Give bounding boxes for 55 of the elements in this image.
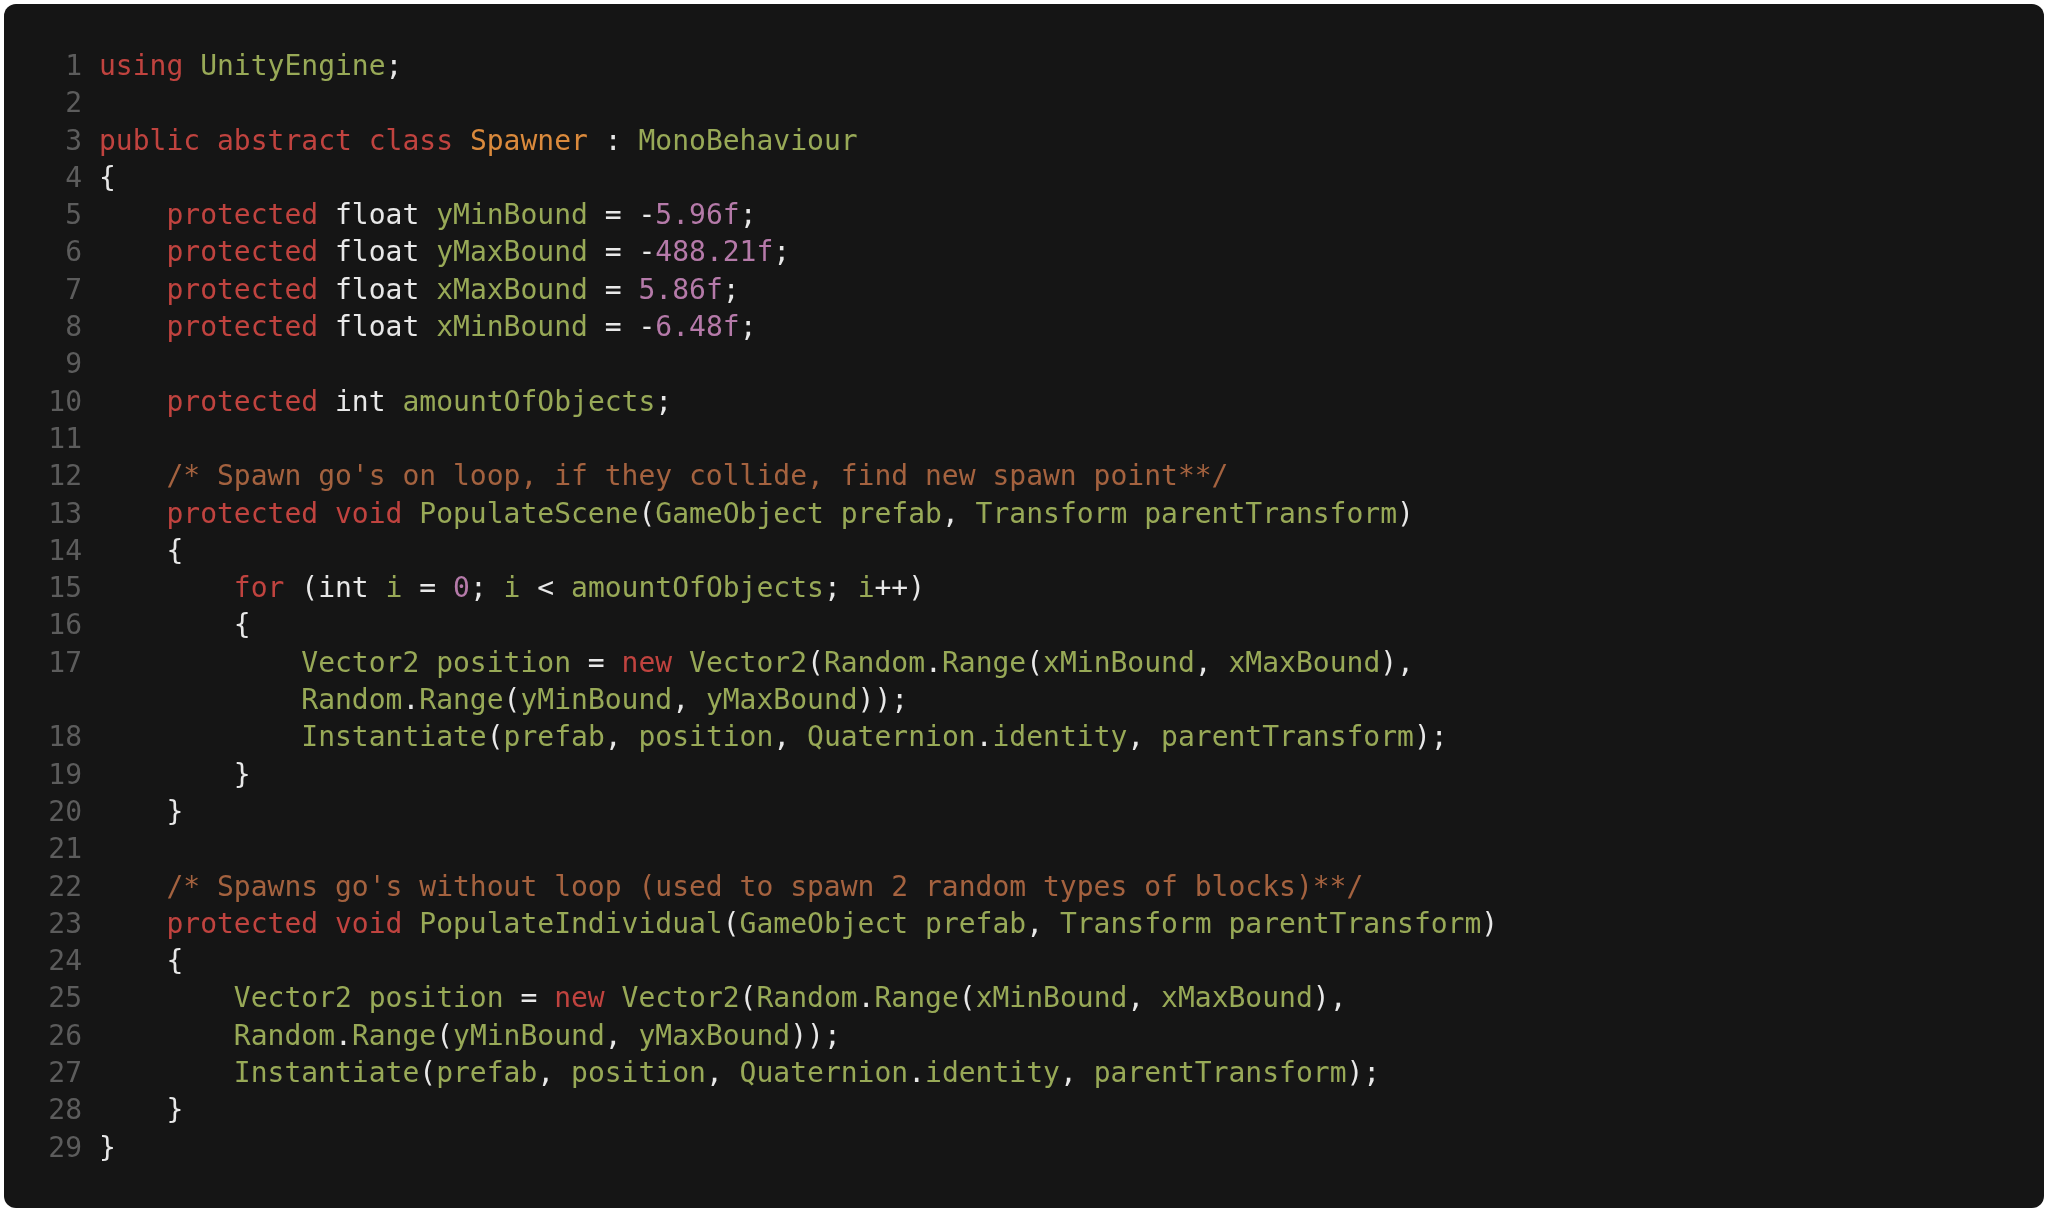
code-line: protected int amountOfObjects; (165, 384, 673, 418)
line-number: 18 (48, 720, 82, 754)
code-line: /* Spawn go's on loop, if they collide, find new spawn point**/ (165, 459, 1229, 493)
code-line: } (232, 757, 251, 791)
line-number: 13 (48, 496, 82, 530)
code-line: protected float xMaxBound = 5.86f; (165, 272, 740, 306)
line-number: 6 (65, 235, 82, 269)
code-line: Vector2 position = new Vector2(Random.Range(xMinBound, xMaxBound), (300, 645, 1414, 679)
line-number: 29 (48, 1130, 82, 1164)
line-number: 24 (48, 944, 82, 978)
code-line: { (165, 944, 184, 978)
code-line: for (int i = 0; i < amountOfObjects; i++) (232, 571, 926, 605)
line-number: 9 (65, 347, 82, 381)
code-line: } (165, 1093, 184, 1127)
code-line: Random.Range(yMinBound, yMaxBound)); (232, 1018, 841, 1052)
code-line: using UnityEngine; (99, 49, 403, 82)
line-number: 28 (48, 1093, 82, 1127)
line-number: 14 (48, 533, 82, 567)
line-number: 22 (48, 869, 82, 903)
code-line: /* Spawns go's without loop (used to spawn 2 random types of blocks)**/ (165, 869, 1364, 903)
line-number: 3 (65, 123, 82, 157)
code-line: protected float yMaxBound = -488.21f; (165, 235, 791, 269)
line-number: 5 (65, 198, 82, 232)
line-number: 10 (48, 384, 82, 418)
code-line: Instantiate(prefab, position, Quaternion.identity, parentTransform); (300, 720, 1448, 754)
line-number: 1 (65, 49, 82, 82)
code-line: protected void PopulateIndividual(GameObject prefab, Transform parentTransform) (165, 906, 1499, 940)
line-number: 11 (48, 421, 82, 455)
line-number: 17 (48, 645, 82, 679)
code-line: { (99, 160, 116, 194)
code-line: { (232, 608, 251, 642)
line-number: 25 (48, 981, 82, 1015)
line-number: 26 (48, 1018, 82, 1052)
code-line: } (165, 794, 184, 828)
code-line: { (165, 533, 184, 567)
line-number: 16 (48, 608, 82, 642)
code-line: protected float xMinBound = -6.48f; (165, 310, 757, 344)
code-line: public abstract class Spawner : MonoBehaviour (99, 123, 858, 157)
line-number: 4 (65, 160, 82, 194)
line-number: 27 (48, 1056, 82, 1089)
code-line: Vector2 position = new Vector2(Random.Range(xMinBound, xMaxBound), (232, 981, 1347, 1015)
code-line: Random.Range(yMinBound, yMaxBound)); (300, 683, 909, 717)
line-number: 7 (65, 272, 82, 306)
line-number: 23 (48, 906, 82, 940)
code-line: protected float yMinBound = -5.96f; (165, 198, 757, 232)
line-number: 19 (48, 757, 82, 791)
code-line: protected void PopulateScene(GameObject prefab, Transform parentTransform) (165, 496, 1414, 530)
line-number: 2 (65, 86, 82, 120)
line-number: 12 (48, 459, 82, 493)
line-number: 20 (48, 794, 82, 828)
line-number: 8 (65, 310, 82, 344)
code-line: Instantiate(prefab, position, Quaternion.identity, parentTransform); (232, 1056, 1381, 1089)
line-number: 15 (48, 571, 82, 605)
code-line: } (99, 1130, 116, 1164)
line-number: 21 (48, 832, 82, 866)
